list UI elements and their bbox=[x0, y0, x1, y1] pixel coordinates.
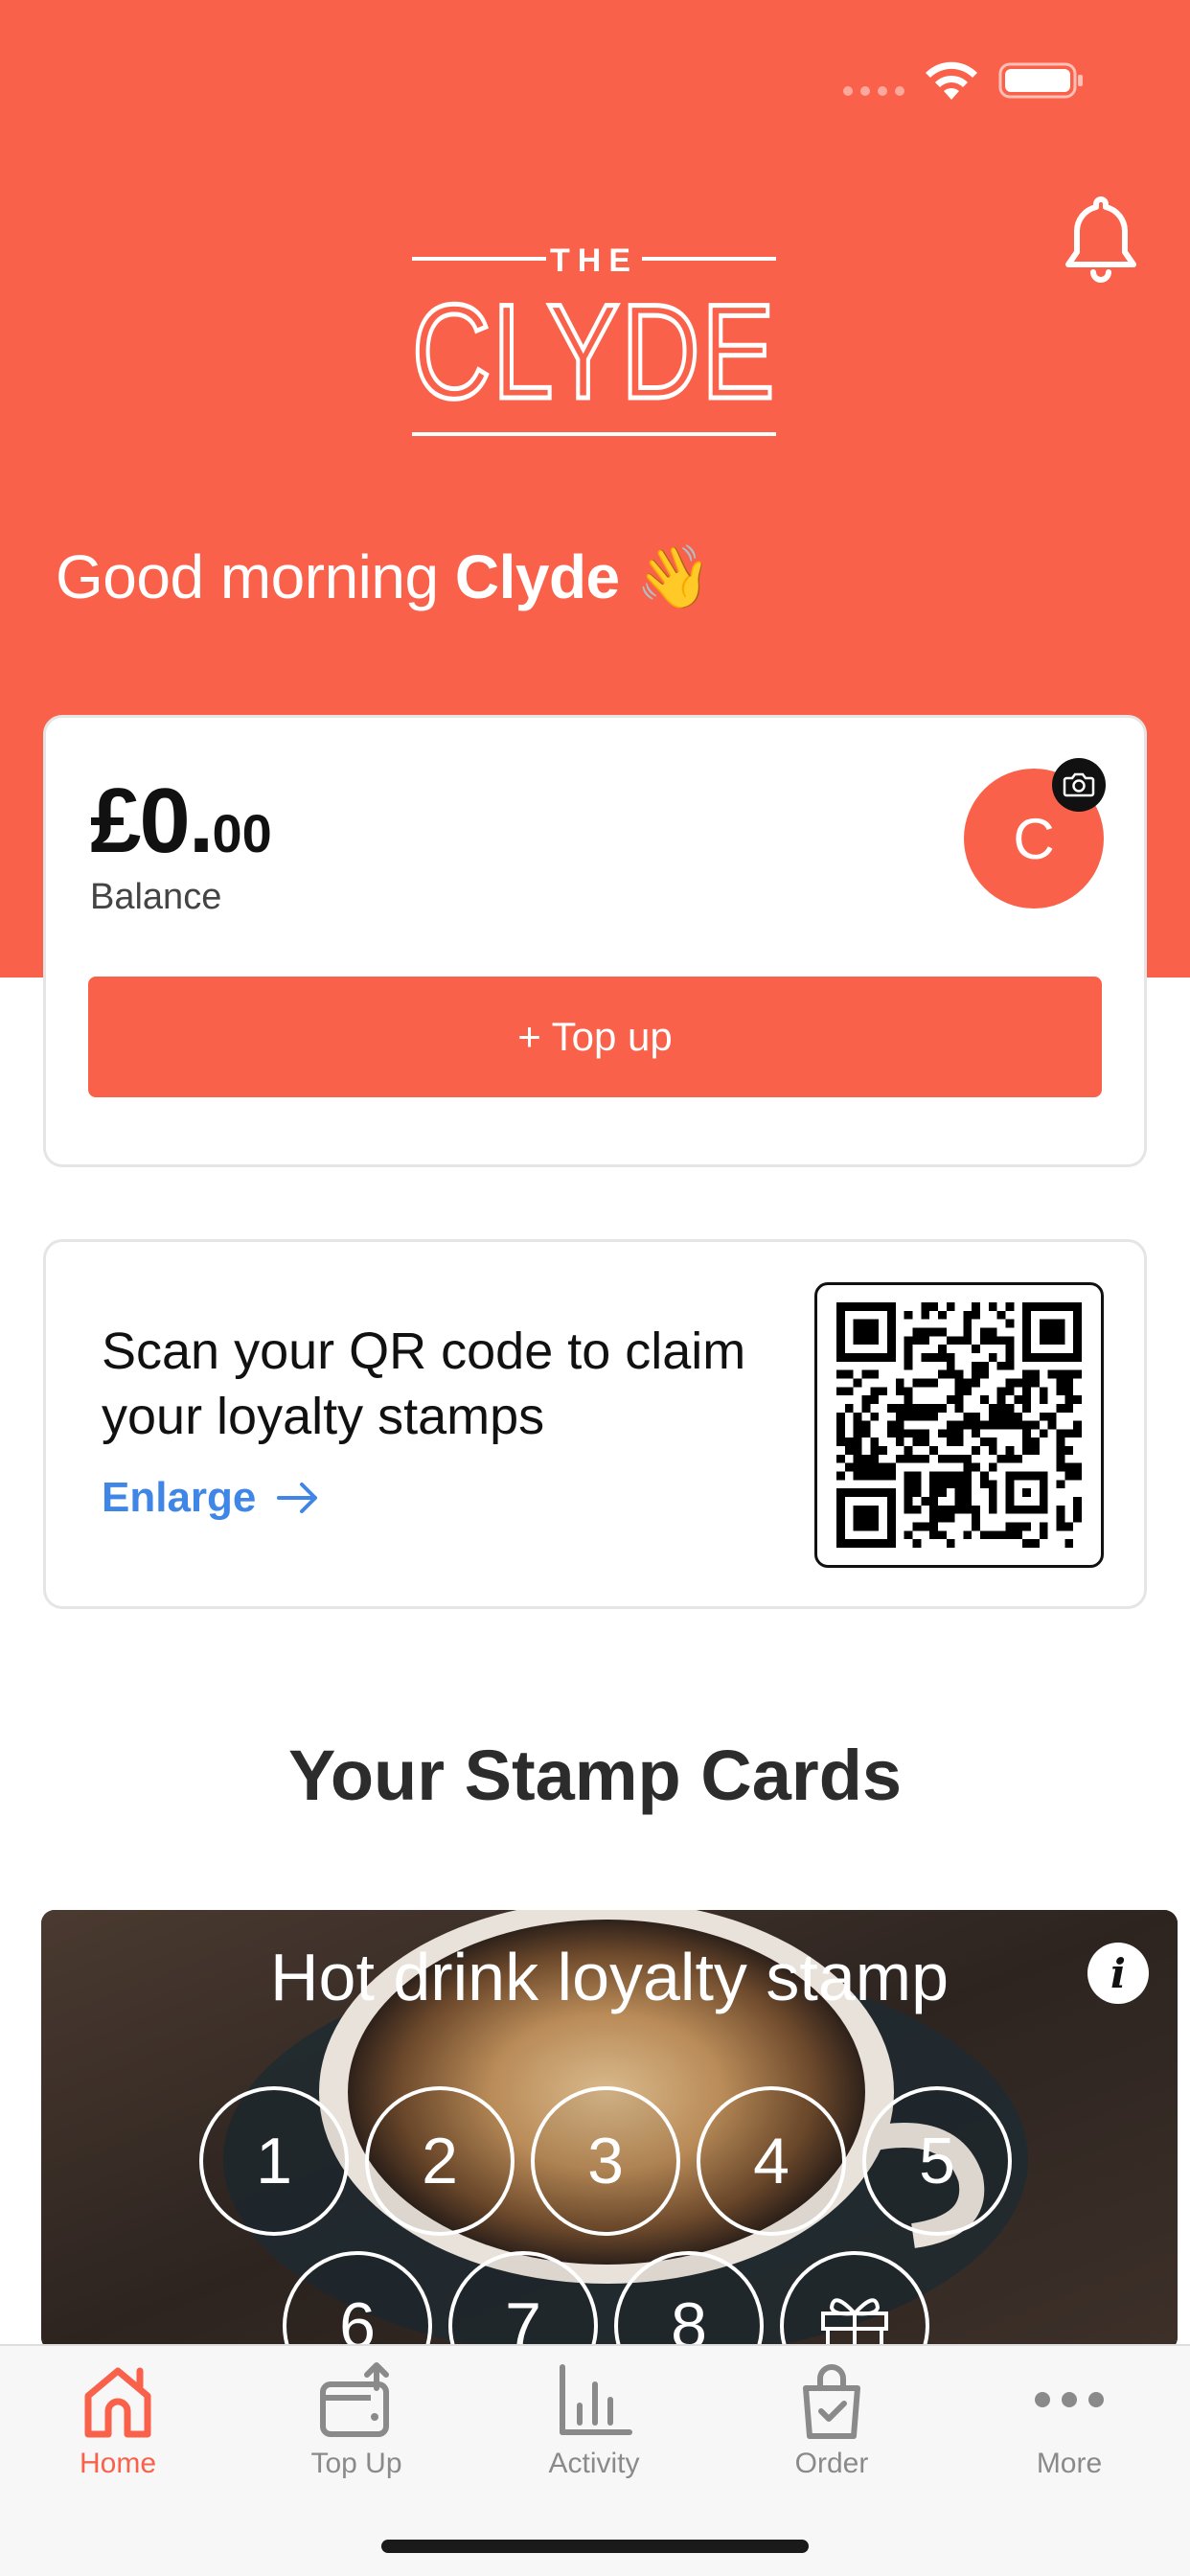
balance-amount: £0.00 bbox=[90, 775, 272, 867]
home-icon bbox=[84, 2367, 151, 2438]
camera-icon[interactable] bbox=[1052, 758, 1106, 812]
gift-icon bbox=[821, 2298, 888, 2351]
stamp-slot: 3 bbox=[531, 2086, 680, 2236]
tab-home[interactable]: Home bbox=[0, 2358, 237, 2501]
enlarge-label: Enlarge bbox=[102, 1474, 257, 1521]
tab-top-up[interactable]: Top Up bbox=[238, 2358, 475, 2501]
battery-icon bbox=[998, 62, 1083, 99]
cellular-signal-icon bbox=[843, 86, 906, 96]
tab-label: Top Up bbox=[310, 2448, 402, 2479]
qr-code-icon bbox=[836, 1302, 1082, 1548]
qr-instructions: Scan your QR code to claim your loyalty … bbox=[102, 1322, 746, 1445]
tab-label: Home bbox=[79, 2448, 157, 2479]
balance-card: £0.00 Balance C + Top up bbox=[43, 715, 1147, 1167]
tab-label: More bbox=[1036, 2448, 1103, 2479]
more-dots-icon bbox=[1035, 2392, 1104, 2407]
stamp-card-title: Hot drink loyalty stamp bbox=[269, 1940, 950, 2014]
balance-label: Balance bbox=[90, 877, 222, 917]
logo-text-top: THE bbox=[550, 242, 638, 279]
tab-label: Activity bbox=[548, 2448, 640, 2479]
enlarge-link[interactable]: Enlarge bbox=[102, 1474, 319, 1522]
tab-more[interactable]: More bbox=[950, 2358, 1188, 2501]
wallet-topup-icon bbox=[320, 2362, 389, 2437]
greeting: Good morning Clyde 👋 bbox=[56, 541, 713, 613]
stamp-card[interactable]: Hot drink loyalty stamp i 1 2 3 4 5 6 7 … bbox=[41, 1910, 1178, 2351]
top-up-button[interactable]: + Top up bbox=[88, 977, 1102, 1097]
tab-activity[interactable]: Activity bbox=[475, 2358, 713, 2501]
app-screen: THE CLYDE Good morning Clyde 👋 £0.00 Bal… bbox=[0, 0, 1190, 2576]
stamp-slot: 5 bbox=[862, 2086, 1012, 2236]
qr-card[interactable]: Scan your QR code to claim your loyalty … bbox=[43, 1239, 1147, 1609]
stamp-cards-title: Your Stamp Cards bbox=[287, 1736, 903, 1815]
wifi-icon bbox=[926, 61, 977, 100]
status-bar bbox=[0, 0, 1190, 144]
balance-whole: £0. bbox=[90, 770, 214, 872]
stamp-slot: 2 bbox=[365, 2086, 515, 2236]
arrow-right-icon bbox=[277, 1483, 318, 1513]
bar-chart-icon bbox=[560, 2364, 632, 2435]
brand-logo: THE CLYDE bbox=[402, 240, 786, 446]
tab-order[interactable]: Order bbox=[713, 2358, 950, 2501]
avatar-initial: C bbox=[1013, 806, 1055, 871]
balance-pence: 00 bbox=[212, 803, 272, 863]
stamp-slot: 4 bbox=[697, 2086, 846, 2236]
greeting-name: Clyde bbox=[454, 542, 620, 611]
stamp-slot: 1 bbox=[199, 2086, 349, 2236]
info-icon[interactable]: i bbox=[1087, 1943, 1149, 2004]
shopping-bag-icon bbox=[803, 2364, 860, 2439]
home-indicator bbox=[381, 2540, 809, 2553]
greeting-prefix: Good morning bbox=[56, 542, 439, 611]
tab-label: Order bbox=[794, 2448, 869, 2479]
bell-icon[interactable] bbox=[1058, 192, 1144, 288]
logo-text-main: CLYDE bbox=[412, 276, 776, 426]
qr-code[interactable] bbox=[814, 1282, 1104, 1568]
wave-emoji: 👋 bbox=[635, 542, 713, 611]
